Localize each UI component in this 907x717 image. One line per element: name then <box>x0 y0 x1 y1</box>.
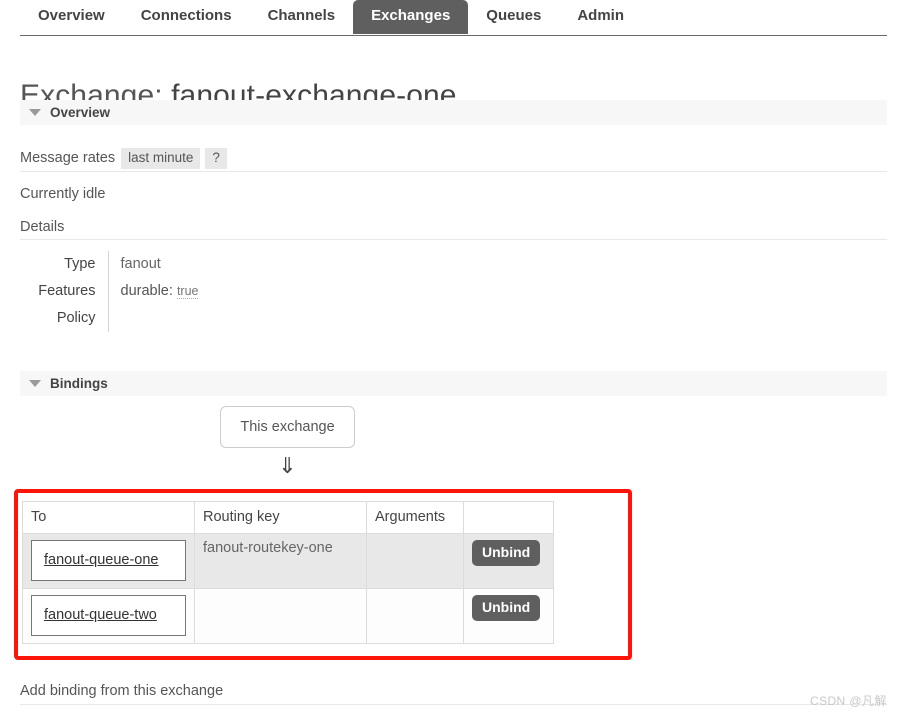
binding-routing-key-cell: fanout-routekey-one <box>194 533 367 589</box>
section-header-bindings-label: Bindings <box>50 376 108 391</box>
double-down-arrow-icon: ⇓ <box>278 454 297 479</box>
nav-tab-list: Overview Connections Channels Exchanges … <box>20 0 642 36</box>
nav-item-channels: Channels <box>250 0 354 34</box>
binding-to-cell: fanout-queue-two <box>22 588 195 644</box>
details-row-features: Features durable: true <box>20 278 199 305</box>
bindings-table: To Routing key Arguments fanout-queue-on… <box>22 501 554 644</box>
details-heading: Details <box>20 219 887 240</box>
details-value-policy <box>108 305 198 332</box>
nav-divider <box>20 35 887 36</box>
binding-to-cell: fanout-queue-one <box>22 533 195 589</box>
this-exchange-node: This exchange <box>220 406 355 448</box>
nav-item-connections: Connections <box>123 0 250 34</box>
feature-value-durable: true <box>176 284 199 299</box>
details-table: Type fanout Features durable: true Polic… <box>20 251 199 332</box>
nav-item-exchanges: Exchanges <box>353 0 469 34</box>
main-navigation: Overview Connections Channels Exchanges … <box>0 0 907 36</box>
bindings-table-header-row: To Routing key Arguments <box>22 501 554 534</box>
section-header-bindings[interactable]: Bindings <box>20 371 887 396</box>
message-rates-label: Message rates <box>20 150 116 166</box>
add-binding-heading: Add binding from this exchange <box>20 683 887 705</box>
nav-item-queues: Queues <box>468 0 559 34</box>
message-rates-period-chip[interactable]: last minute <box>121 148 201 169</box>
help-icon[interactable]: ? <box>205 148 227 169</box>
status-text: Currently idle <box>20 186 106 202</box>
details-value-features: durable: true <box>108 278 199 305</box>
table-row: fanout-queue-one fanout-routekey-one Unb… <box>22 533 554 589</box>
nav-item-overview: Overview <box>20 0 123 34</box>
unbind-button[interactable]: Unbind <box>472 540 541 566</box>
details-label-type: Type <box>20 251 109 278</box>
watermark: CSDN @凡解 <box>810 694 887 708</box>
details-row-type: Type fanout <box>20 251 198 278</box>
details-value-type: fanout <box>120 256 161 272</box>
table-row: fanout-queue-two Unbind <box>22 588 554 644</box>
binding-routing-key-cell <box>194 588 367 644</box>
unbind-button[interactable]: Unbind <box>472 595 541 621</box>
feature-name-durable: durable: <box>120 283 173 299</box>
section-header-overview-label: Overview <box>50 105 111 120</box>
binding-action-cell: Unbind <box>463 588 554 644</box>
tab-connections[interactable]: Connections <box>123 0 250 34</box>
details-row-policy: Policy <box>20 305 198 332</box>
details-label-policy: Policy <box>20 305 109 332</box>
chevron-down-icon <box>29 109 41 116</box>
column-header-arguments: Arguments <box>366 501 464 534</box>
binding-arguments-cell <box>366 588 464 644</box>
chevron-down-icon <box>29 380 41 387</box>
binding-action-cell: Unbind <box>463 533 554 589</box>
tab-exchanges[interactable]: Exchanges <box>353 0 469 34</box>
details-label-features: Features <box>20 278 109 305</box>
tab-channels[interactable]: Channels <box>250 0 354 34</box>
nav-item-admin: Admin <box>559 0 642 34</box>
tab-admin[interactable]: Admin <box>559 0 642 34</box>
queue-link-fanout-queue-one[interactable]: fanout-queue-one <box>31 540 186 581</box>
message-rates-row: Message rates last minute ? <box>20 148 887 172</box>
tab-overview[interactable]: Overview <box>20 0 123 34</box>
tab-queues[interactable]: Queues <box>468 0 559 34</box>
column-header-actions <box>463 501 554 534</box>
column-header-routing-key: Routing key <box>194 501 367 534</box>
section-header-overview[interactable]: Overview <box>20 100 887 125</box>
queue-link-fanout-queue-two[interactable]: fanout-queue-two <box>31 595 186 636</box>
column-header-to: To <box>22 501 195 534</box>
binding-arguments-cell <box>366 533 464 589</box>
